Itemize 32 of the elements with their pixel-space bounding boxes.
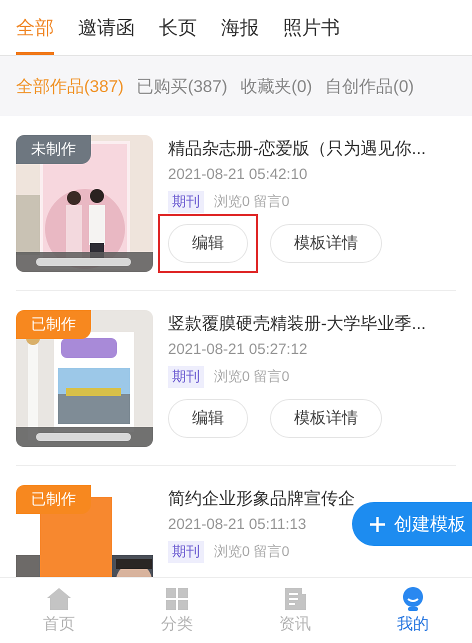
work-title: 精品杂志册-恋爱版（只为遇见你... (168, 138, 427, 160)
view-stats: 浏览0 留言0 (214, 543, 290, 561)
home-icon (46, 586, 72, 612)
person-icon (400, 586, 426, 612)
category-tag: 期刊 (168, 541, 204, 563)
status-badge: 未制作 (16, 135, 91, 164)
edit-button[interactable]: 编辑 (168, 399, 248, 438)
grid-icon (164, 586, 190, 612)
work-date: 2021-08-21 05:42:10 (168, 166, 308, 183)
category-tag: 期刊 (168, 191, 204, 213)
plus-icon (369, 516, 386, 532)
category-tag: 期刊 (168, 366, 204, 388)
edit-button[interactable]: 编辑 (168, 224, 248, 263)
filter-tab[interactable]: 收藏夹(0) (240, 74, 312, 98)
status-badge: 已制作 (16, 310, 91, 339)
nav-item[interactable]: 我的 (354, 578, 472, 643)
work-title: 竖款覆膜硬壳精装册-大学毕业季... (168, 313, 427, 335)
status-badge: 已制作 (16, 485, 91, 514)
details-button[interactable]: 模板详情 (270, 399, 382, 438)
category-tab[interactable]: 邀请函 (78, 0, 135, 55)
category-tab[interactable]: 长页 (159, 0, 197, 55)
work-date: 2021-08-21 05:27:12 (168, 341, 308, 358)
filter-tab[interactable]: 自创作品(0) (325, 74, 414, 98)
view-stats: 浏览0 留言0 (214, 193, 290, 211)
view-stats: 浏览0 留言0 (214, 368, 290, 386)
category-tab[interactable]: 海报 (221, 0, 259, 55)
document-icon (282, 586, 308, 612)
filter-tab[interactable]: 已购买(387) (136, 74, 228, 98)
work-date: 2021-08-21 05:11:13 (168, 516, 306, 533)
create-template-button[interactable]: 创建模板 (352, 502, 472, 546)
category-tab[interactable]: 照片书 (283, 0, 340, 55)
details-button[interactable]: 模板详情 (270, 224, 382, 263)
